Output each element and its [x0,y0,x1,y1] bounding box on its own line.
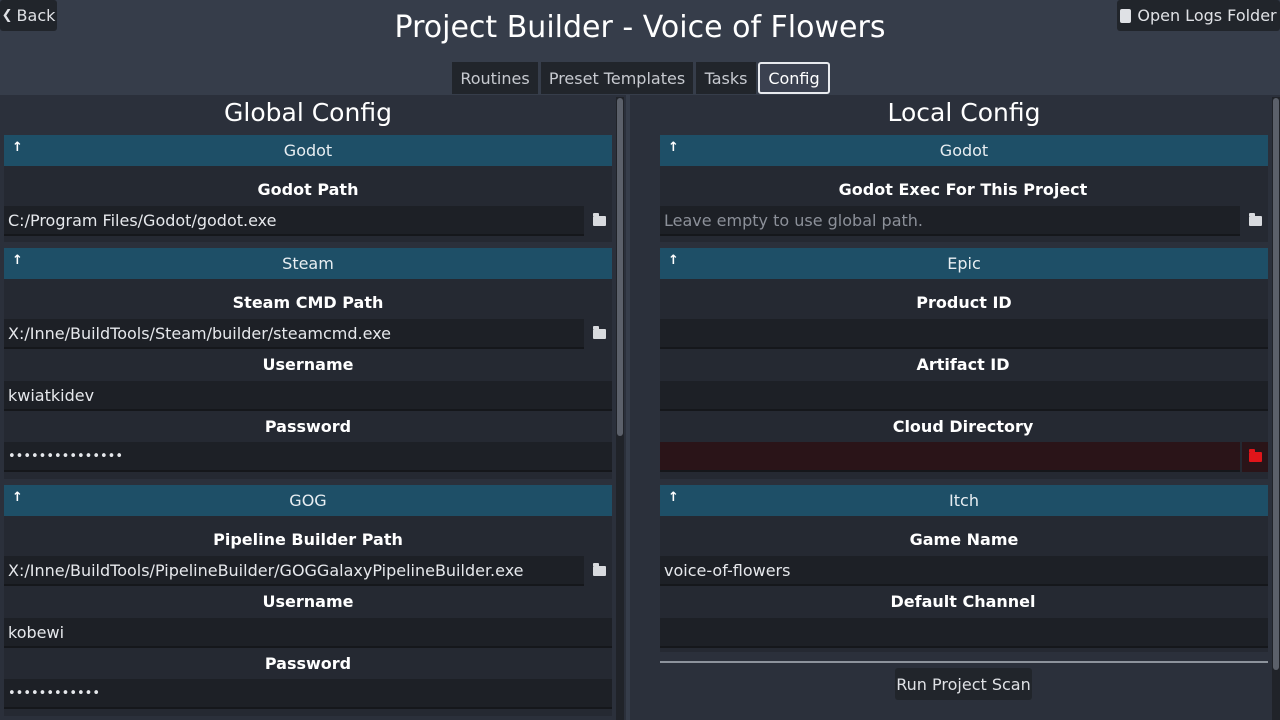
godot-path-label: Godot Path [257,180,359,199]
steam-cmd-input[interactable]: X:/Inne/BuildTools/Steam/builder/steamcm… [4,319,584,349]
godot-path-browse-button[interactable] [586,206,612,236]
gog-password-label: Password [264,654,352,673]
epic-cloud-input[interactable] [660,442,1240,472]
scroll-icon [1120,8,1132,23]
gog-header-label: GOG [289,491,327,510]
folder-icon [592,326,606,339]
open-logs-button[interactable]: Open Logs Folder [1117,0,1280,31]
local-separator [660,661,1268,663]
folder-icon [1248,213,1262,226]
epic-product-input[interactable] [660,319,1268,349]
steam-username-label: Username [262,355,354,374]
gog-header[interactable]: ↑ GOG [4,485,612,516]
global-godot-header[interactable]: ↑ Godot [4,135,612,166]
gog-pipeline-browse-button[interactable] [586,556,612,586]
gog-username-label: Username [262,592,354,611]
folder-icon [1248,449,1262,462]
steam-header[interactable]: ↑ Steam [4,248,612,279]
tab-routines[interactable]: Routines [452,62,538,94]
arrow-up-icon: ↑ [668,140,679,155]
global-godot-header-label: Godot [283,141,333,160]
itch-header[interactable]: ↑ Itch [660,485,1268,516]
gog-password-input[interactable]: •••••••••••• [4,679,612,709]
itch-channel-label: Default Channel [890,592,1036,611]
epic-product-label: Product ID [916,293,1012,312]
arrow-up-icon: ↑ [12,490,23,505]
steam-password-label: Password [264,417,352,436]
local-config-title: Local Config [887,98,1041,127]
open-logs-label: Open Logs Folder [1137,6,1277,25]
arrow-up-icon: ↑ [12,253,23,268]
epic-header-label: Epic [947,254,981,273]
arrow-up-icon: ↑ [12,140,23,155]
local-godot-header-label: Godot [939,141,989,160]
gog-pipeline-label: Pipeline Builder Path [213,530,403,549]
page-title: Project Builder - Voice of Flowers [394,10,886,45]
gog-username-input[interactable]: kobewi [4,618,612,648]
steam-username-input[interactable]: kwiatkidev [4,381,612,411]
folder-icon [592,563,606,576]
itch-game-input[interactable]: voice-of-flowers [660,556,1268,586]
arrow-up-icon: ↑ [668,253,679,268]
steam-cmd-label: Steam CMD Path [232,293,384,312]
epic-artifact-label: Artifact ID [916,355,1010,374]
global-config-title: Global Config [224,98,392,127]
godot-path-input[interactable]: C:/Program Files/Godot/godot.exe [4,206,584,236]
itch-game-label: Game Name [909,530,1019,549]
tab-tasks[interactable]: Tasks [696,62,756,94]
godot-exec-browse-button[interactable] [1242,206,1268,236]
epic-artifact-input[interactable] [660,381,1268,411]
epic-cloud-label: Cloud Directory [892,417,1034,436]
arrow-up-icon: ↑ [668,490,679,505]
folder-icon [592,213,606,226]
local-godot-header[interactable]: ↑ Godot [660,135,1268,166]
steam-password-input[interactable]: ••••••••••••••• [4,442,612,472]
godot-exec-input[interactable]: Leave empty to use global path. [660,206,1240,236]
tab-preset-templates[interactable]: Preset Templates [541,62,693,94]
godot-exec-label: Godot Exec For This Project [838,180,1088,199]
local-scrollbar-thumb[interactable] [1273,98,1279,670]
itch-channel-input[interactable] [660,618,1268,648]
tab-config[interactable]: Config [758,62,830,94]
gog-pipeline-input[interactable]: X:/Inne/BuildTools/PipelineBuilder/GOGGa… [4,556,584,586]
run-project-scan-button[interactable]: Run Project Scan [895,668,1032,700]
steam-cmd-browse-button[interactable] [586,319,612,349]
epic-cloud-browse-button[interactable] [1242,442,1268,472]
itch-header-label: Itch [949,491,979,510]
global-scrollbar-thumb[interactable] [617,98,623,436]
steam-header-label: Steam [282,254,334,273]
epic-header[interactable]: ↑ Epic [660,248,1268,279]
